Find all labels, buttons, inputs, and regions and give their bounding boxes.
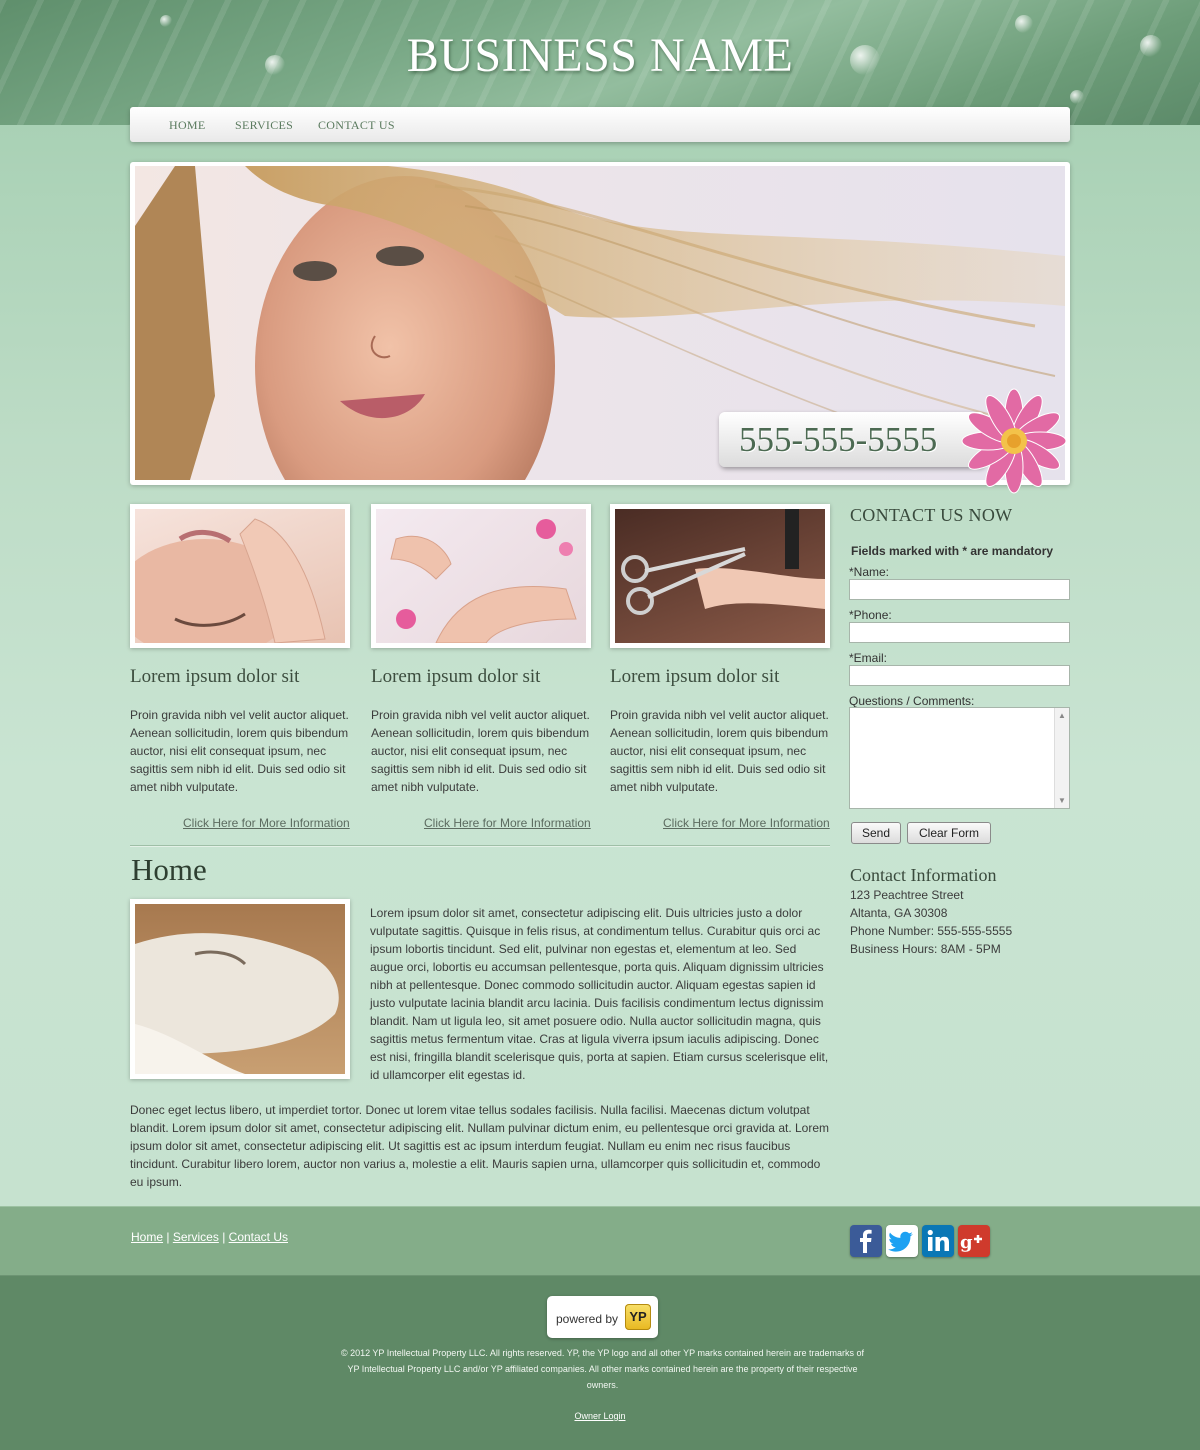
feature-heading-1: Lorem ipsum dolor sit: [130, 666, 300, 687]
more-info-link-1[interactable]: Click Here for More Information: [183, 816, 350, 830]
footer-separator: |: [166, 1230, 170, 1244]
nav-home[interactable]: HOME: [169, 118, 206, 133]
feature-photo-manicure: [371, 504, 591, 648]
flower-icon: [961, 388, 1067, 494]
google-plus-icon[interactable]: g: [958, 1225, 990, 1257]
owner-login-wrapper: Owner Login: [0, 1411, 1200, 1421]
linkedin-icon[interactable]: [922, 1225, 954, 1257]
scroll-up-icon[interactable]: ▲: [1058, 711, 1066, 720]
footer-link-home[interactable]: Home: [131, 1230, 163, 1244]
contact-phone: Phone Number: 555-555-5555: [850, 924, 1013, 938]
scroll-down-icon[interactable]: ▼: [1058, 796, 1066, 805]
feature-heading-3: Lorem ipsum dolor sit: [610, 666, 780, 687]
business-hours: Business Hours: 8AM - 5PM: [850, 942, 1001, 956]
email-label: *Email:: [849, 651, 888, 665]
yp-logo-icon: YP: [625, 1304, 651, 1330]
feature-photo-facial: [130, 504, 350, 648]
more-info-link-3[interactable]: Click Here for More Information: [663, 816, 830, 830]
address-city: Altanta, GA 30308: [850, 906, 948, 920]
more-info-link-2[interactable]: Click Here for More Information: [424, 816, 591, 830]
feature-text-1: Proin gravida nibh vel velit auctor aliq…: [130, 708, 349, 794]
footer-nav: Home | Services | Contact Us: [131, 1230, 288, 1244]
name-label: *Name:: [849, 565, 890, 579]
comments-label: Questions / Comments:: [849, 694, 975, 708]
home-photo-facial-mask: [130, 899, 350, 1079]
nav-services[interactable]: SERVICES: [235, 118, 293, 133]
nav-contact-us[interactable]: CONTACT US: [318, 118, 395, 133]
clear-form-button[interactable]: Clear Form: [907, 822, 991, 844]
home-paragraph-2: Donec eget lectus libero, ut imperdiet t…: [130, 1103, 830, 1189]
footer-link-contact-us[interactable]: Contact Us: [229, 1230, 288, 1244]
business-name[interactable]: BUSINESS NAME: [0, 28, 1200, 83]
main-nav: HOME SERVICES CONTACT US: [130, 107, 1070, 142]
contact-form-heading: CONTACT US NOW: [850, 505, 1013, 525]
address-street: 123 Peachtree Street: [850, 888, 964, 902]
manicure-illustration: [390, 519, 577, 643]
email-field[interactable]: [849, 665, 1070, 686]
section-divider: [130, 845, 830, 847]
feature-text-2: Proin gravida nibh vel velit auctor aliq…: [371, 708, 590, 794]
water-drop: [1070, 90, 1084, 104]
phone-callout: 555-555-5555: [719, 412, 985, 467]
owner-login-link[interactable]: Owner Login: [574, 1411, 625, 1421]
contact-info-heading: Contact Information: [850, 865, 997, 885]
footer-link-services[interactable]: Services: [173, 1230, 219, 1244]
powered-by-text: powered by: [556, 1312, 619, 1326]
comments-textarea[interactable]: ▲ ▼: [849, 707, 1070, 809]
name-field[interactable]: [849, 579, 1070, 600]
page-title: Home: [131, 852, 207, 887]
svg-text:g: g: [960, 1232, 973, 1253]
phone-label: *Phone:: [849, 608, 892, 622]
water-drop: [160, 15, 172, 27]
footer-separator: |: [222, 1230, 226, 1244]
mandatory-note: Fields marked with * are mandatory: [851, 544, 1054, 558]
phone-field[interactable]: [849, 622, 1070, 643]
send-button[interactable]: Send: [851, 822, 901, 844]
facial-mask-illustration: [135, 933, 339, 1074]
comments-scrollbar[interactable]: ▲ ▼: [1054, 708, 1069, 808]
hero-phone-number: 555-555-5555: [739, 420, 938, 459]
feature-heading-2: Lorem ipsum dolor sit: [371, 666, 541, 687]
feature-photo-haircut: [610, 504, 830, 648]
powered-by-yp-badge[interactable]: powered by YP: [547, 1296, 658, 1338]
haircut-scissors-illustration: [621, 509, 825, 615]
home-paragraph-1: Lorem ipsum dolor sit amet, consectetur …: [370, 906, 829, 1082]
twitter-icon[interactable]: [886, 1225, 918, 1257]
feature-text-3: Proin gravida nibh vel velit auctor aliq…: [610, 708, 829, 794]
facebook-icon[interactable]: [850, 1225, 882, 1257]
facial-massage-illustration: [135, 518, 326, 643]
copyright-text: © 2012 YP Intellectual Property LLC. All…: [340, 1348, 865, 1390]
